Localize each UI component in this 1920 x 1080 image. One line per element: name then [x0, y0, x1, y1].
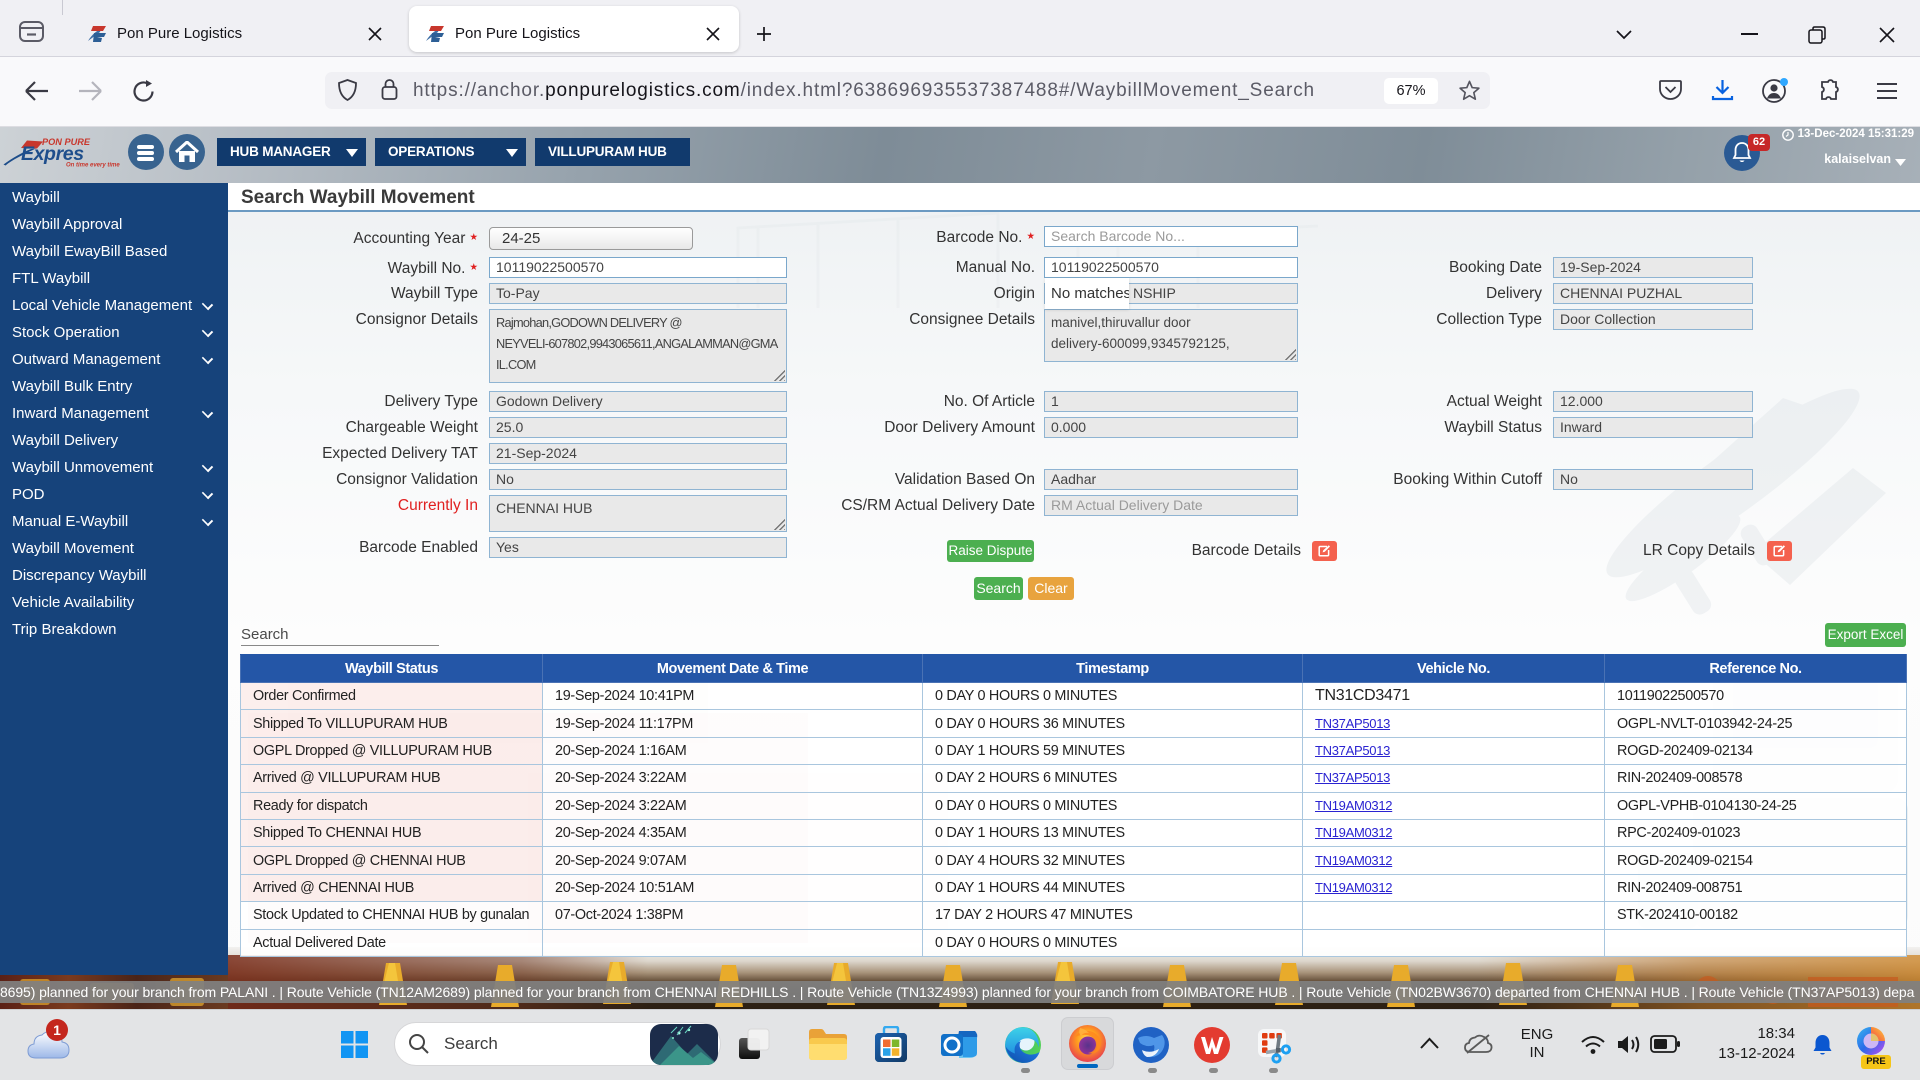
svg-text:On time every time: On time every time [66, 163, 120, 169]
